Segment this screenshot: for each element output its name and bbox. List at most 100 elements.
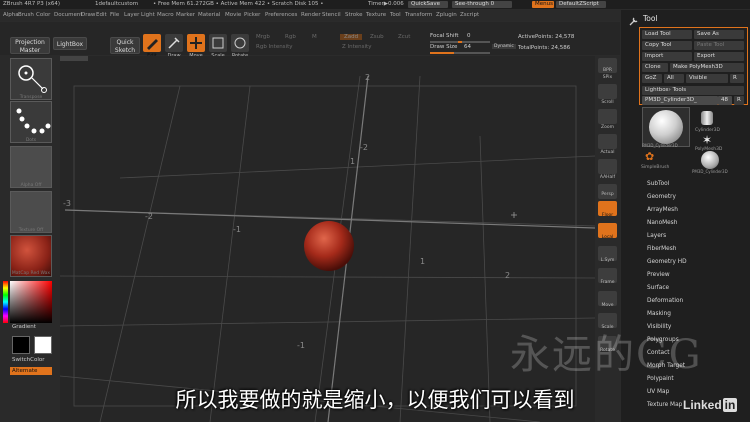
menu-preferences[interactable]: Preferences	[265, 10, 297, 21]
tool-item-preview[interactable]: Preview	[647, 272, 670, 278]
m-button[interactable]: M	[312, 34, 317, 40]
make-polymesh-button[interactable]: Make PolyMesh3D	[670, 63, 744, 72]
clone-button[interactable]: Clone	[642, 63, 668, 72]
projection-master-button[interactable]: Projection Master	[10, 37, 50, 54]
current-tool-r-button[interactable]: R	[734, 96, 744, 105]
polymesh-star-icon[interactable]: ✶	[702, 134, 712, 146]
rotate-icon	[234, 37, 246, 49]
tool-item-subtool[interactable]: SubTool	[647, 181, 669, 187]
tool-item-nanomesh[interactable]: NanoMesh	[647, 220, 677, 226]
color-picker[interactable]	[10, 281, 52, 323]
linkedin-logo: Linked in	[683, 398, 738, 412]
stroke-thumbnail[interactable]	[10, 101, 52, 143]
load-tool-button[interactable]: Load Tool	[642, 30, 692, 39]
tool-item-fibermesh[interactable]: FiberMesh	[647, 246, 676, 252]
export-button[interactable]: Export	[694, 52, 744, 61]
menu-file[interactable]: File	[110, 10, 119, 21]
visible-button[interactable]: Visible	[686, 74, 728, 83]
mrgb-button[interactable]: Mrgb	[256, 34, 270, 40]
tool-item-layers[interactable]: Layers	[647, 233, 666, 239]
primary-color-swatch[interactable]	[12, 336, 30, 354]
menu-stroke[interactable]: Stroke	[345, 10, 363, 21]
save-as-button[interactable]: Save As	[694, 30, 744, 39]
draw-mode-button[interactable]	[165, 34, 183, 52]
z-intensity-slider[interactable]: Z Intensity	[342, 44, 371, 50]
menu-brush[interactable]: Brush	[18, 10, 34, 21]
alpha-thumbnail[interactable]	[10, 146, 52, 188]
zadd-button[interactable]: Zadd	[340, 34, 363, 40]
quicksave-button[interactable]: QuickSave	[408, 1, 448, 8]
menu-picker[interactable]: Picker	[244, 10, 260, 21]
scale-mode-button[interactable]	[209, 34, 227, 52]
sphere-small-icon[interactable]	[701, 151, 719, 169]
rgb-intensity-slider[interactable]: Rgb Intensity	[256, 44, 293, 50]
tool-thumb-main[interactable]	[642, 107, 690, 147]
tool-item-arraymesh[interactable]: ArrayMesh	[647, 207, 678, 213]
menu-material[interactable]: Material	[198, 10, 220, 21]
menu-marker[interactable]: Marker	[176, 10, 195, 21]
zcut-button[interactable]: Zcut	[398, 34, 410, 40]
menu-zplugin[interactable]: Zplugin	[436, 10, 457, 21]
zoom-button[interactable]	[598, 109, 617, 124]
tool-item-deformation[interactable]: Deformation	[647, 298, 683, 304]
menu-transform[interactable]: Transform	[405, 10, 432, 21]
edit-mode-button[interactable]	[143, 34, 161, 52]
quick-sketch-button[interactable]: Quick Sketch	[110, 37, 140, 54]
bpr-label: BPR	[603, 68, 612, 73]
menu-edit[interactable]: Edit	[96, 10, 107, 21]
menu-document[interactable]: Document	[54, 10, 83, 21]
menu-movie[interactable]: Movie	[225, 10, 241, 21]
menu-texture[interactable]: Texture	[366, 10, 386, 21]
sphere-mesh[interactable]	[304, 221, 354, 271]
spix-label[interactable]: SPix	[595, 75, 620, 80]
menu-light[interactable]: Light	[141, 10, 155, 21]
see-through-slider[interactable]: See-through 0	[452, 1, 512, 8]
menu-layer[interactable]: Layer	[124, 10, 139, 21]
dynamic-button[interactable]: Dynamic	[492, 44, 516, 49]
aahalf-button[interactable]	[598, 159, 617, 174]
r-button[interactable]: R	[730, 74, 744, 83]
paste-tool-button[interactable]: Paste Tool	[694, 41, 744, 50]
aahalf-label: AAHalf	[599, 175, 616, 180]
actual-button[interactable]	[598, 134, 617, 149]
zsub-button[interactable]: Zsub	[370, 34, 384, 40]
default-zscript-button[interactable]: DefaultZScript	[556, 1, 606, 8]
tool-item-surface[interactable]: Surface	[647, 285, 669, 291]
brush-thumbnail[interactable]	[10, 58, 52, 100]
draw-size-fill[interactable]	[430, 52, 454, 54]
menu-macro[interactable]: Macro	[157, 10, 174, 21]
focal-shift-value[interactable]: 0	[467, 33, 471, 39]
cylinder-icon[interactable]	[701, 111, 713, 125]
move-mode-button[interactable]	[187, 34, 205, 52]
menu-render[interactable]: Render	[301, 10, 321, 21]
lightbox-tools-button[interactable]: Lightbox› Tools	[642, 86, 744, 95]
secondary-color-swatch[interactable]	[34, 336, 52, 354]
copy-tool-button[interactable]: Copy Tool	[642, 41, 692, 50]
menu-tool[interactable]: Tool	[390, 10, 401, 21]
menu-alpha[interactable]: Alpha	[3, 10, 19, 21]
current-tool-name[interactable]: PM3D_Cylinder3D_	[642, 96, 718, 105]
simplebrush-icon[interactable]: ✿	[645, 151, 654, 162]
hue-strip[interactable]	[3, 281, 8, 323]
tool-item-geometry[interactable]: Geometry	[647, 194, 676, 200]
focal-shift-knob[interactable]	[458, 41, 462, 43]
menu-stencil[interactable]: Stencil	[322, 10, 341, 21]
goz-button[interactable]: GoZ	[642, 74, 662, 83]
menu-draw[interactable]: Draw	[81, 10, 95, 21]
rotate-mode-button[interactable]	[231, 34, 249, 52]
alternate-button[interactable]: Alternate	[10, 367, 52, 375]
menus-button[interactable]: Menus	[532, 1, 554, 8]
draw-size-value[interactable]: 64	[464, 44, 471, 50]
gradient-label[interactable]: Gradient	[12, 324, 36, 330]
lightbox-button[interactable]: LightBox	[53, 37, 87, 50]
switch-color-button[interactable]: SwitchColor	[12, 357, 45, 363]
all-button[interactable]: All	[664, 74, 684, 83]
menu-zscript[interactable]: Zscript	[460, 10, 479, 21]
rgb-button[interactable]: Rgb	[285, 34, 296, 40]
texture-thumbnail[interactable]	[10, 191, 52, 233]
import-button[interactable]: Import	[642, 52, 692, 61]
scroll-button[interactable]	[598, 84, 617, 99]
menu-color[interactable]: Color	[36, 10, 50, 21]
tool-item-masking[interactable]: Masking	[647, 311, 671, 317]
tool-item-geometry-hd[interactable]: Geometry HD	[647, 259, 687, 265]
